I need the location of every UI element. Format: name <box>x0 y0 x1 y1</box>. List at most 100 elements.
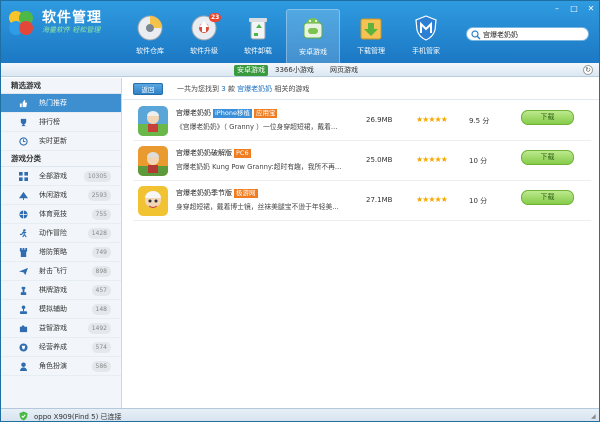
sidebar-item-roleplay[interactable]: 角色扮演 586 <box>1 357 121 376</box>
disc-icon <box>137 15 163 41</box>
android-game-icon <box>303 18 323 39</box>
result-summary: 一共为您找到 3 款 宫爆老奶奶 相关的游戏 <box>177 84 309 94</box>
game-source-tabs: 安卓游戏 3366小游戏 网页游戏 ↻ <box>1 63 599 77</box>
sidebar-item-all-games[interactable]: 全部游戏 10305 <box>1 167 121 186</box>
tab-download-manager[interactable]: 下载管理 <box>344 9 398 61</box>
maximize-icon[interactable]: □ <box>568 4 580 13</box>
game-icon <box>138 106 168 136</box>
chess-icon <box>20 286 27 295</box>
sidebar-item-strategy[interactable]: 塔防策略 749 <box>1 243 121 262</box>
sidebar-item-puzzle[interactable]: 益智游戏 1492 <box>1 319 121 338</box>
source-tag: PC6 <box>234 149 251 158</box>
source-tag: 极游网 <box>234 189 258 198</box>
results-panel: 返回 一共为您找到 3 款 宫爆老奶奶 相关的游戏 宫爆老奶奶 iPhone移植应… <box>123 78 599 408</box>
game-size: 26.9MB <box>366 116 393 124</box>
sidebar-item-chess[interactable]: 棋牌游戏 457 <box>1 281 121 300</box>
game-size: 27.1MB <box>366 196 393 204</box>
sidebar-item-sports[interactable]: 体育竞技 755 <box>1 205 121 224</box>
sidebar-item-action[interactable]: 动作冒险 1428 <box>1 224 121 243</box>
category-count: 10305 <box>83 171 111 182</box>
download-button[interactable]: 下载 <box>521 150 574 165</box>
category-count: 148 <box>91 304 111 315</box>
sidebar-item-label: 经营养成 <box>39 343 67 351</box>
game-title: 宫爆老奶奶季节版 <box>176 189 232 197</box>
game-icon <box>138 146 168 176</box>
tab-software-uninstall[interactable]: 软件卸载 <box>231 9 285 61</box>
shield-check-icon <box>19 411 28 421</box>
rating-score: 10 分 <box>469 157 488 165</box>
game-description: 《宫爆老奶奶》（ Granny ）一位身穿超短裙，戴着... <box>176 123 338 131</box>
sidebar-item-label: 体育竞技 <box>39 210 67 218</box>
section-title-featured: 精选游戏 <box>1 78 121 94</box>
tab-label: 软件仓库 <box>136 47 164 55</box>
rating-score: 9.5 分 <box>469 117 490 125</box>
runner-icon <box>19 229 27 238</box>
sidebar-item-label: 实时更新 <box>39 137 67 145</box>
puzzle-icon <box>19 325 28 333</box>
sidebar-item-business[interactable]: 经营养成 574 <box>1 338 121 357</box>
subtab-3366-games[interactable]: 3366小游戏 <box>272 65 317 76</box>
search-box <box>466 27 589 41</box>
sidebar-item-label: 全部游戏 <box>39 172 67 180</box>
tab-software-store[interactable]: 软件仓库 <box>123 9 177 61</box>
tab-phone-manager[interactable]: 手机管家 <box>399 9 453 61</box>
game-icon <box>138 186 168 216</box>
subtab-android-games[interactable]: 安卓游戏 <box>234 65 268 76</box>
subtab-web-games[interactable]: 网页游戏 <box>327 65 361 76</box>
category-count: 749 <box>91 247 111 258</box>
category-count: 755 <box>91 209 111 220</box>
game-row[interactable]: 宫爆老奶奶破解版 PC6 宫爆老奶奶 Kung Pow Granny:超时有趣，我… <box>133 142 591 181</box>
back-button[interactable]: 返回 <box>133 83 163 95</box>
search-icon[interactable] <box>471 30 481 40</box>
sidebar-item-label: 棋牌游戏 <box>39 286 67 294</box>
game-row[interactable]: 宫爆老奶奶 iPhone移植 应用宝 《宫爆老奶奶》（ Granny ）一位身穿超短… <box>133 102 591 141</box>
sidebar-item-label: 排行榜 <box>39 118 60 126</box>
game-name: 宫爆老奶奶 iPhone移植 应用宝 <box>176 108 278 118</box>
source-tag: 应用宝 <box>253 109 278 118</box>
sidebar-item-label: 模拟辅助 <box>39 305 67 313</box>
rating-stars: ★★★★★ <box>416 195 448 204</box>
sidebar-item-label: 益智游戏 <box>39 324 67 332</box>
ball-icon <box>19 210 28 219</box>
shop-icon <box>19 343 28 352</box>
result-count: 3 <box>221 85 226 93</box>
game-size: 25.0MB <box>366 156 393 164</box>
sidebar-item-realtime[interactable]: 实时更新 <box>1 132 121 151</box>
download-button[interactable]: 下载 <box>521 190 574 205</box>
sidebar-item-shooting[interactable]: 射击飞行 898 <box>1 262 121 281</box>
title-bar: 软件管理 海量软件 轻松管理 软件仓库 23 软件升级 软件卸载 安卓游戏 下载… <box>1 1 599 63</box>
sidebar-item-leisure[interactable]: 休闲游戏 2593 <box>1 186 121 205</box>
recycle-bin-icon <box>249 18 267 40</box>
resize-grip-icon[interactable]: ◢ <box>591 413 599 421</box>
sidebar-item-label: 塔防策略 <box>39 248 67 256</box>
search-input[interactable] <box>483 29 579 40</box>
category-count: 574 <box>91 342 111 353</box>
minimize-icon[interactable]: – <box>551 4 563 13</box>
leisure-icon <box>19 191 28 200</box>
tab-label: 软件升级 <box>190 47 218 55</box>
game-row[interactable]: 宫爆老奶奶季节版 极游网 身穿超短裙，戴着博士镜，丝袜美腿宝不逊于年轻美... 2… <box>133 182 591 221</box>
close-icon[interactable]: ✕ <box>585 4 597 13</box>
app-title: 软件管理 <box>42 10 102 26</box>
sidebar-item-simulation[interactable]: 模拟辅助 148 <box>1 300 121 319</box>
refresh-icon[interactable]: ↻ <box>583 65 593 75</box>
download-button[interactable]: 下载 <box>521 110 574 125</box>
app-logo-icon <box>9 11 33 35</box>
app-window: 软件管理 海量软件 轻松管理 软件仓库 23 软件升级 软件卸载 安卓游戏 下载… <box>0 0 600 422</box>
game-name: 宫爆老奶奶季节版 极游网 <box>176 188 258 198</box>
rating-score: 10 分 <box>469 197 488 205</box>
tab-label: 下载管理 <box>357 47 385 55</box>
breadcrumb: 返回 一共为您找到 3 款 宫爆老奶奶 相关的游戏 <box>123 78 599 100</box>
sidebar-item-hot[interactable]: 热门推荐 <box>1 94 121 113</box>
game-title: 宫爆老奶奶破解版 <box>176 149 232 157</box>
game-description: 身穿超短裙，戴着博士镜，丝袜美腿宝不逊于年轻美... <box>176 203 339 211</box>
source-tag: iPhone移植 <box>213 109 252 118</box>
sidebar-item-label: 动作冒险 <box>39 229 67 237</box>
thumb-icon <box>19 99 28 108</box>
tab-software-upgrade[interactable]: 23 软件升级 <box>177 9 231 61</box>
grid-icon <box>19 172 28 181</box>
download-icon <box>360 18 382 40</box>
rating-stars: ★★★★★ <box>416 115 448 124</box>
tab-android-games[interactable]: 安卓游戏 <box>286 9 340 63</box>
sidebar-item-ranking[interactable]: 排行榜 <box>1 113 121 132</box>
